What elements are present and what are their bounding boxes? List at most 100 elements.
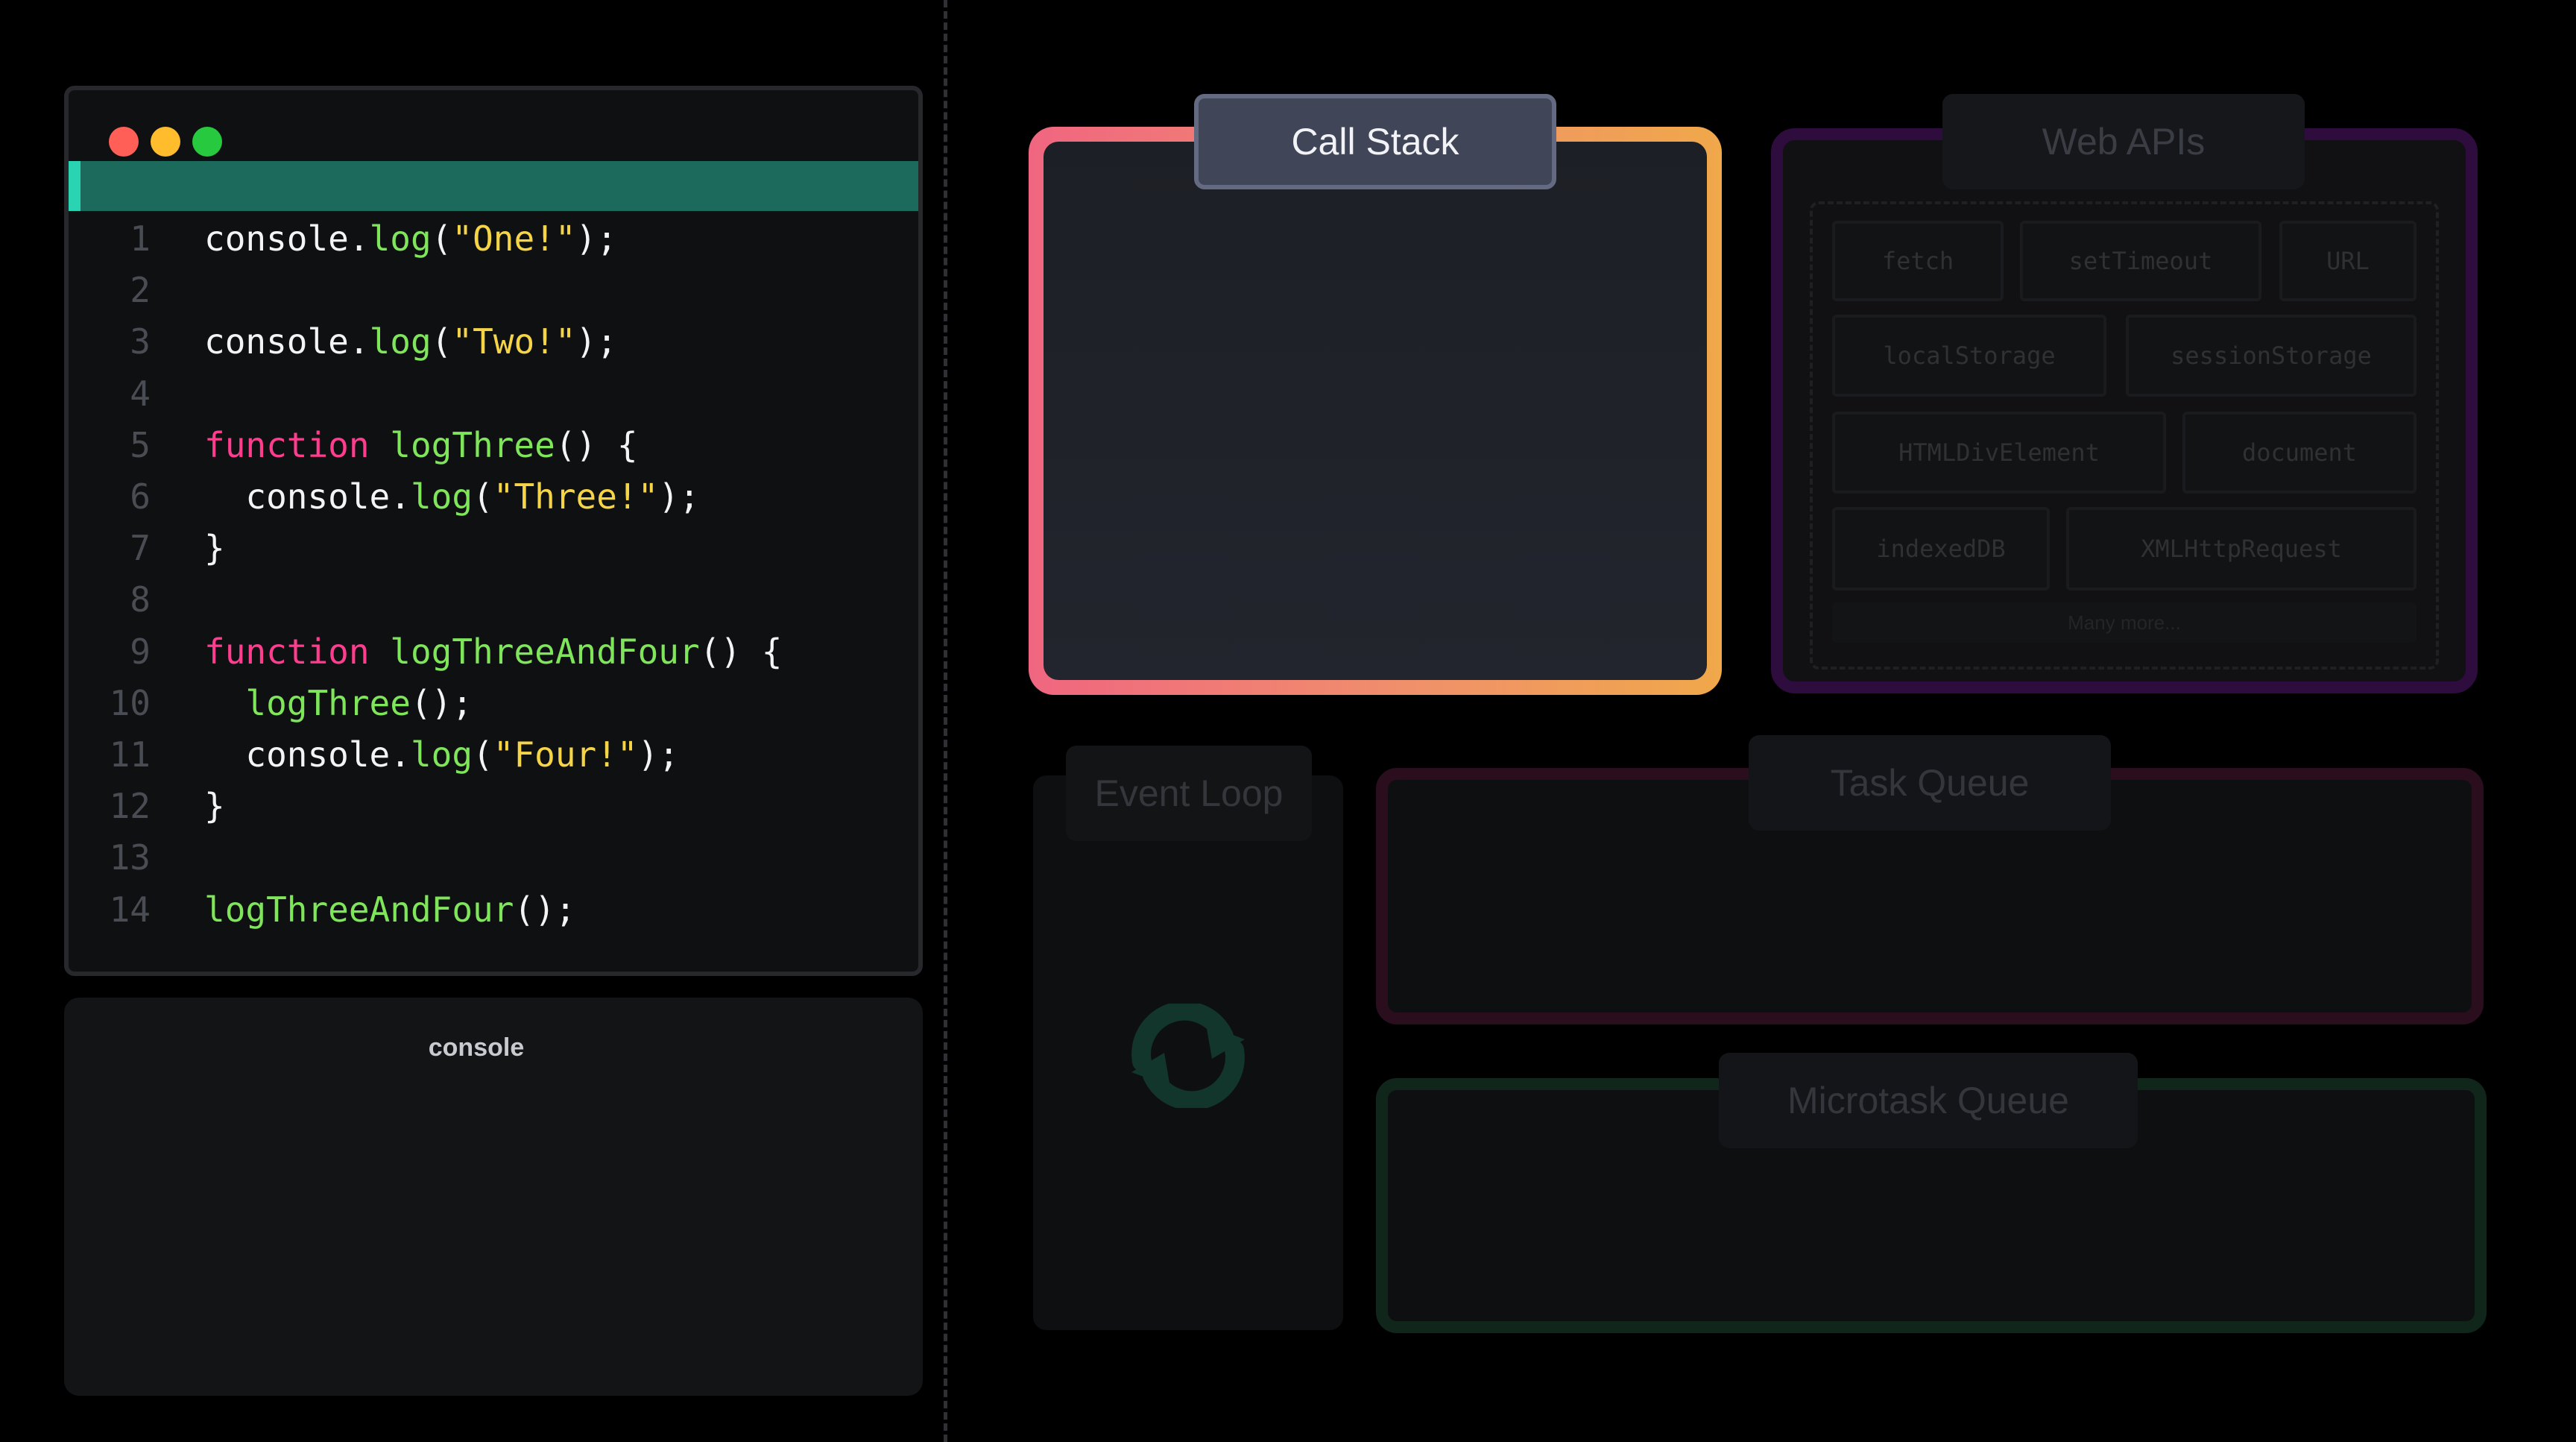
window-close-dot[interactable] <box>109 127 139 157</box>
code-line: 12} <box>69 781 918 832</box>
current-line-marker <box>69 161 80 211</box>
line-number: 9 <box>130 631 151 672</box>
code-editor: 1 console.log("One!"); 2 3 console.log("Two!… <box>64 86 923 976</box>
code-text: } <box>204 781 225 832</box>
code-token: () { <box>699 631 783 672</box>
window-maximize-dot[interactable] <box>192 127 222 157</box>
code-token: (); <box>514 889 576 930</box>
code-line: 13 <box>69 832 918 884</box>
code-token: ( <box>473 734 493 775</box>
task-queue-label: Task Queue <box>1749 735 2111 831</box>
code-text: logThreeAndFour(); <box>204 884 576 936</box>
web-api-indexeddb: indexedDB <box>1832 507 2050 591</box>
code-line: 2 <box>69 265 918 316</box>
code-text: function logThree() { <box>204 420 638 471</box>
code-token: } <box>204 528 225 569</box>
code-token: "Four!" <box>493 734 638 775</box>
code-token: ); <box>658 476 700 517</box>
code-token: logThreeAndFour <box>204 889 514 930</box>
code-token: function <box>204 631 370 672</box>
line-number: 8 <box>130 579 151 620</box>
code-text: function logThreeAndFour() { <box>204 626 782 678</box>
code-token: ); <box>575 321 617 362</box>
microtask-queue-label: Microtask Queue <box>1719 1053 2138 1148</box>
web-api-url: URL <box>2279 221 2416 301</box>
line-number: 10 <box>109 682 151 723</box>
web-api-localstorage: localStorage <box>1832 315 2106 397</box>
code-token: . <box>348 218 370 259</box>
code-token: ); <box>637 734 680 775</box>
code-text: console.log("One!"); <box>204 213 617 265</box>
code-text: logThree(); <box>204 678 473 729</box>
code-token: log <box>369 321 432 362</box>
code-token: ); <box>575 218 617 259</box>
web-api-settimeout: setTimeout <box>2020 221 2261 301</box>
line-number: 2 <box>130 270 151 311</box>
code-token: log <box>410 476 473 517</box>
code-line: 4 <box>69 368 918 420</box>
call-stack-label: Call Stack <box>1194 94 1556 189</box>
code-line: 6 console.log("Three!"); <box>69 471 918 523</box>
code-token: console <box>204 476 391 517</box>
code-token: logThree <box>390 424 555 465</box>
code-line: 14 logThreeAndFour(); <box>69 884 918 936</box>
code-text: console.log("Four!"); <box>204 729 679 781</box>
web-api-xmlhttprequest: XMLHttpRequest <box>2066 507 2416 591</box>
console-panel: console <box>64 998 923 1396</box>
web-api-htmldivelement: HTMLDivElement <box>1832 412 2166 494</box>
web-api-document: document <box>2182 412 2416 494</box>
line-number: 13 <box>109 837 151 878</box>
current-line-highlight <box>69 161 918 211</box>
code-token: logThreeAndFour <box>390 631 700 672</box>
code-token: ( <box>431 321 452 362</box>
web-apis-more: Many more... <box>1832 602 2416 643</box>
line-number: 6 <box>130 476 151 517</box>
code-token: console <box>204 734 391 775</box>
code-token: "One!" <box>452 218 576 259</box>
code-token: () { <box>555 424 638 465</box>
refresh-icon <box>1128 1001 1248 1111</box>
code-line: 9 function logThreeAndFour() { <box>69 626 918 678</box>
window-minimize-dot[interactable] <box>151 127 180 157</box>
code-line: 8 <box>69 574 918 626</box>
code-token: "Three!" <box>493 476 659 517</box>
code-line: 3 console.log("Two!"); <box>69 316 918 368</box>
line-number: 7 <box>130 528 151 569</box>
code-token: log <box>369 218 432 259</box>
code-line: 11 console.log("Four!"); <box>69 729 918 781</box>
panel-divider <box>944 0 947 1442</box>
call-stack-area <box>1044 142 1707 680</box>
console-title: console <box>428 1033 525 1062</box>
line-number: 5 <box>130 424 151 465</box>
code-token: . <box>390 734 411 775</box>
line-number: 14 <box>109 889 151 930</box>
code-token: "Two!" <box>452 321 576 362</box>
web-apis-label: Web APIs <box>1942 94 2305 189</box>
line-number: 12 <box>109 786 151 827</box>
code-token: console <box>204 218 349 259</box>
code-text: console.log("Two!"); <box>204 316 617 368</box>
code-token: ( <box>431 218 452 259</box>
line-number: 11 <box>109 734 151 775</box>
code-token: console <box>204 321 349 362</box>
code-line: 10 logThree(); <box>69 678 918 729</box>
code-token: log <box>410 734 473 775</box>
code-token: . <box>390 476 411 517</box>
line-number: 3 <box>130 321 151 362</box>
code-token: (); <box>410 682 473 723</box>
code-token: } <box>204 786 225 827</box>
code-token: ( <box>473 476 493 517</box>
event-loop-label: Event Loop <box>1066 746 1312 841</box>
line-number: 1 <box>130 218 151 259</box>
code-token: logThree <box>245 682 411 723</box>
web-api-fetch: fetch <box>1832 221 2004 301</box>
code-token: . <box>348 321 370 362</box>
line-number: 4 <box>130 373 151 414</box>
code-token: function <box>204 424 370 465</box>
code-text: console.log("Three!"); <box>204 471 700 523</box>
code-text: } <box>204 523 225 574</box>
code-line: 7} <box>69 523 918 574</box>
